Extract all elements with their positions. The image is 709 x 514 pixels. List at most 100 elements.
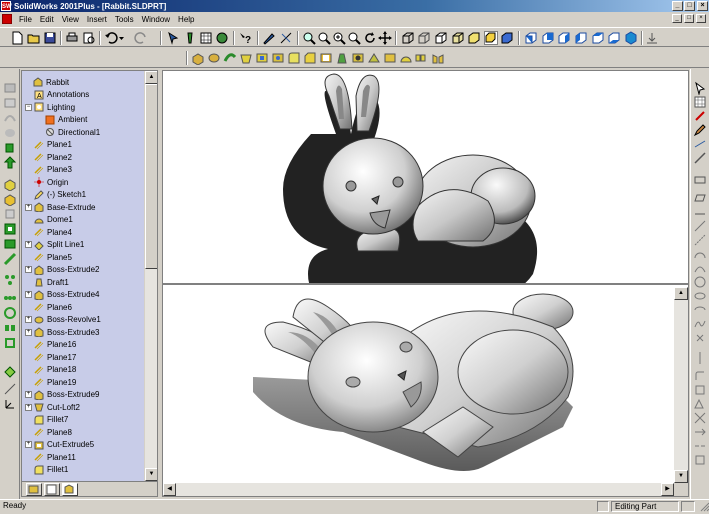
menu-insert[interactable]: Insert — [83, 15, 111, 24]
rotate-view-icon[interactable] — [363, 31, 377, 45]
zoom-area-icon[interactable] — [317, 31, 331, 45]
hidden-lines-gray-icon[interactable] — [417, 31, 431, 45]
draft-icon[interactable] — [335, 51, 349, 65]
pan-icon[interactable] — [378, 31, 392, 45]
mirror-tool-icon[interactable] — [3, 321, 17, 335]
viewport-horizontal-scrollbar[interactable]: ◀ ▶ — [163, 483, 674, 496]
select-icon[interactable] — [166, 31, 180, 45]
tree-item[interactable]: Plane19 — [25, 376, 76, 388]
menu-file[interactable]: File — [15, 15, 36, 24]
top-view-icon[interactable] — [591, 31, 605, 45]
shaded-with-edges-icon[interactable] — [451, 31, 465, 45]
tree-item[interactable]: Ambient — [36, 114, 87, 126]
doc-close-button[interactable]: × — [696, 14, 706, 23]
back-view-icon[interactable] — [541, 31, 555, 45]
tree-item[interactable]: + Boss-Extrude9 — [25, 389, 99, 401]
lofted-boss-icon[interactable] — [239, 51, 253, 65]
convert-entities-icon[interactable] — [693, 397, 707, 411]
shadows-icon[interactable] — [484, 31, 498, 45]
menu-view[interactable]: View — [58, 15, 83, 24]
tree-item[interactable]: Directional1 — [36, 126, 100, 138]
menu-help[interactable]: Help — [174, 15, 198, 24]
table-pattern-tool-icon[interactable] — [3, 336, 17, 350]
boss-tool-icon[interactable] — [3, 177, 17, 192]
tab-configuration-manager[interactable] — [62, 483, 78, 496]
select-arrow-icon[interactable] — [693, 81, 707, 96]
scale-icon[interactable] — [383, 51, 397, 65]
feature-tree-scrollbar[interactable]: ▲ ▼ — [144, 71, 157, 481]
parallelogram-icon[interactable] — [693, 191, 707, 205]
rebuild-icon[interactable] — [183, 31, 197, 45]
viewport-scroll-up-button[interactable]: ▲ — [674, 287, 688, 300]
save-icon[interactable] — [43, 31, 57, 45]
tree-item[interactable]: Plane18 — [25, 364, 76, 376]
sketch-grid-icon[interactable] — [693, 95, 707, 109]
tree-item[interactable]: Origin — [25, 176, 68, 188]
graphics-area[interactable]: ▲ ▼ ◀ ▶ — [162, 70, 689, 497]
tree-item[interactable]: + Cut-Extrude5 — [25, 439, 94, 451]
coordinate-system-tool-icon[interactable] — [3, 397, 17, 411]
viewport-scroll-left-button[interactable]: ◀ — [163, 483, 176, 496]
split-entities-icon[interactable] — [693, 439, 707, 453]
viewport-vertical-scrollbar[interactable]: ▲ ▼ — [674, 287, 688, 483]
point-icon[interactable] — [693, 331, 707, 345]
menu-tools[interactable]: Tools — [111, 15, 138, 24]
shell-icon[interactable] — [319, 51, 333, 65]
centerline-icon[interactable] — [693, 233, 707, 247]
expand-icon[interactable]: + — [25, 391, 32, 398]
rebuild-sketch-icon[interactable] — [693, 109, 707, 123]
expand-icon[interactable]: + — [25, 266, 32, 273]
doc-minimize-button[interactable]: _ — [672, 14, 682, 23]
mirror-icon[interactable] — [431, 51, 445, 65]
undo-dropdown-icon[interactable] — [118, 31, 132, 45]
shaded-icon[interactable] — [467, 31, 481, 45]
zoom-fit-icon[interactable] — [302, 31, 316, 45]
help-icon[interactable]: ? — [238, 31, 252, 46]
tool-icon-3[interactable] — [3, 111, 17, 125]
perspective-icon[interactable] — [500, 31, 514, 45]
tree-item[interactable]: + Boss-Extrude4 — [25, 289, 99, 301]
tree-item[interactable]: + Boss-Extrude2 — [25, 264, 99, 276]
expand-icon[interactable]: + — [25, 328, 32, 336]
tree-item[interactable]: − Lighting — [25, 101, 75, 113]
front-view-icon[interactable] — [524, 31, 538, 45]
menu-edit[interactable]: Edit — [36, 15, 58, 24]
arc-icon[interactable] — [693, 247, 707, 261]
dimension-icon[interactable] — [693, 137, 707, 151]
sketch-line-icon[interactable] — [693, 151, 707, 165]
isometric-view-icon[interactable] — [624, 31, 638, 45]
tree-item[interactable]: Dome1 — [25, 214, 73, 226]
tree-item[interactable]: Plane16 — [25, 339, 76, 351]
spline-icon[interactable] — [693, 317, 707, 331]
print-preview-icon[interactable] — [82, 31, 96, 45]
sweep-tool-icon[interactable] — [3, 252, 17, 266]
scroll-thumb[interactable] — [145, 84, 157, 269]
chamfer-icon[interactable] — [303, 51, 317, 65]
linear-pattern-tool-icon[interactable] — [3, 291, 17, 305]
expand-icon[interactable]: + — [25, 241, 32, 248]
bottom-view-icon[interactable] — [607, 31, 621, 45]
undo-icon[interactable] — [104, 31, 118, 45]
scroll-up-button[interactable]: ▲ — [145, 71, 157, 84]
extruded-boss-icon[interactable] — [191, 51, 205, 66]
menu-window[interactable]: Window — [138, 15, 174, 24]
open-icon[interactable] — [27, 31, 41, 45]
shape-tool-icon[interactable] — [3, 207, 17, 221]
tree-item[interactable]: Plane5 — [25, 251, 72, 263]
tree-item[interactable]: Plane4 — [25, 226, 72, 238]
redo-icon[interactable] — [134, 31, 148, 45]
close-button[interactable]: × — [697, 1, 708, 11]
polygon-icon[interactable] — [693, 205, 707, 219]
tool-icon-4[interactable] — [3, 126, 17, 140]
scroll-down-button[interactable]: ▼ — [145, 468, 157, 481]
doc-restore-button[interactable]: □ — [684, 14, 694, 23]
loft-tool-icon[interactable] — [3, 237, 17, 251]
swept-boss-icon[interactable] — [223, 51, 237, 65]
tree-item[interactable]: Plane6 — [25, 301, 72, 313]
tree-item[interactable]: Fillet1 — [25, 464, 68, 476]
ellipse-icon[interactable] — [693, 289, 707, 303]
linear-pattern-icon[interactable] — [415, 51, 429, 65]
grid-icon[interactable] — [199, 31, 213, 45]
rib-icon[interactable] — [367, 51, 381, 65]
pattern-tool-icon[interactable] — [3, 273, 17, 287]
